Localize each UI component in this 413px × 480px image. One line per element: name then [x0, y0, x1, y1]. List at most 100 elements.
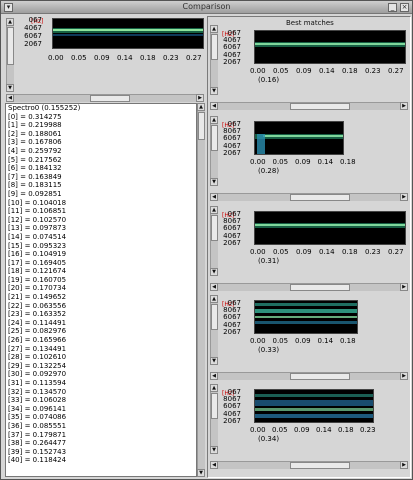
minimize-icon[interactable]: _ — [388, 3, 397, 12]
scroll-down-icon[interactable]: ▼ — [210, 87, 218, 95]
query-vscroll[interactable]: ▲ ▼ — [6, 18, 14, 92]
list-item[interactable]: [3] = 0.167806 — [6, 138, 196, 147]
scroll-left-icon[interactable]: ◀ — [210, 283, 218, 291]
scroll-thumb[interactable] — [211, 125, 218, 151]
list-item[interactable]: [32] = 0.134570 — [6, 388, 196, 397]
list-item[interactable]: Spectro0 (0.155252) — [6, 104, 196, 113]
list-item[interactable]: [19] = 0.160705 — [6, 276, 196, 285]
scroll-right-icon[interactable]: ▶ — [400, 372, 408, 380]
scroll-right-icon[interactable]: ▶ — [400, 193, 408, 201]
match-hscroll[interactable]: ◀ ▶ — [210, 372, 408, 380]
scroll-down-icon[interactable]: ▼ — [210, 446, 218, 454]
list-item[interactable]: [28] = 0.102610 — [6, 353, 196, 362]
scroll-thumb[interactable] — [211, 34, 218, 60]
scroll-down-icon[interactable]: ▼ — [210, 178, 218, 186]
x-tick: 0.00 — [250, 426, 266, 434]
match-hscroll[interactable]: ◀ ▶ — [210, 283, 408, 291]
list-item[interactable]: [10] = 0.104018 — [6, 199, 196, 208]
scroll-thumb[interactable] — [290, 194, 350, 201]
scroll-left-icon[interactable]: ◀ — [210, 461, 218, 469]
list-item[interactable]: [29] = 0.132254 — [6, 362, 196, 371]
scroll-down-icon[interactable]: ▼ — [6, 84, 14, 92]
list-item[interactable]: [37] = 0.179871 — [6, 431, 196, 440]
scroll-left-icon[interactable]: ◀ — [210, 102, 218, 110]
match-vscroll[interactable]: ▲ ▼ — [210, 116, 218, 186]
close-icon[interactable]: × — [400, 3, 409, 12]
list-item[interactable]: [4] = 0.259792 — [6, 147, 196, 156]
list-item[interactable]: [20] = 0.170734 — [6, 284, 196, 293]
list-item[interactable]: [14] = 0.074514 — [6, 233, 196, 242]
query-hscroll[interactable]: ◀ ▶ — [6, 94, 204, 102]
match-hscroll[interactable]: ◀ ▶ — [210, 461, 408, 469]
list-item[interactable]: [1] = 0.219988 — [6, 121, 196, 130]
list-item[interactable]: [7] = 0.163849 — [6, 173, 196, 182]
list-item[interactable]: [8] = 0.183115 — [6, 181, 196, 190]
scroll-up-icon[interactable]: ▲ — [210, 384, 218, 392]
list-item[interactable]: [40] = 0.118424 — [6, 456, 196, 465]
scroll-up-icon[interactable]: ▲ — [210, 206, 218, 214]
list-item[interactable]: [17] = 0.169405 — [6, 259, 196, 268]
list-item[interactable]: [27] = 0.134491 — [6, 345, 196, 354]
list-item[interactable]: [26] = 0.165966 — [6, 336, 196, 345]
list-item[interactable]: [0] = 0.314275 — [6, 113, 196, 122]
scroll-right-icon[interactable]: ▶ — [400, 102, 408, 110]
scroll-thumb[interactable] — [290, 462, 350, 469]
scroll-thumb[interactable] — [211, 304, 218, 330]
scroll-thumb[interactable] — [290, 373, 350, 380]
distance-list[interactable]: Spectro0 (0.155252) [0] = 0.314275 [1] = 0… — [5, 103, 197, 477]
list-item[interactable]: [18] = 0.121674 — [6, 267, 196, 276]
list-item[interactable]: [13] = 0.097873 — [6, 224, 196, 233]
scroll-right-icon[interactable]: ▶ — [196, 94, 204, 102]
match-vscroll[interactable]: ▲ ▼ — [210, 25, 218, 95]
scroll-thumb[interactable] — [211, 393, 218, 419]
list-item[interactable]: [30] = 0.092970 — [6, 370, 196, 379]
list-item[interactable]: [6] = 0.184132 — [6, 164, 196, 173]
list-item[interactable]: [12] = 0.102570 — [6, 216, 196, 225]
list-item[interactable]: [34] = 0.096141 — [6, 405, 196, 414]
list-item[interactable]: [35] = 0.074086 — [6, 413, 196, 422]
scroll-thumb[interactable] — [290, 284, 350, 291]
list-item[interactable]: [31] = 0.113594 — [6, 379, 196, 388]
scroll-up-icon[interactable]: ▲ — [210, 25, 218, 33]
scroll-down-icon[interactable]: ▼ — [210, 357, 218, 365]
scroll-thumb[interactable] — [290, 103, 350, 110]
scroll-thumb[interactable] — [198, 112, 205, 140]
scroll-left-icon[interactable]: ◀ — [210, 372, 218, 380]
scroll-up-icon[interactable]: ▲ — [6, 18, 14, 26]
scroll-up-icon[interactable]: ▲ — [210, 295, 218, 303]
match-vscroll[interactable]: ▲ ▼ — [210, 384, 218, 454]
list-item[interactable]: [21] = 0.149652 — [6, 293, 196, 302]
list-item[interactable]: [36] = 0.085551 — [6, 422, 196, 431]
scroll-left-icon[interactable]: ◀ — [6, 94, 14, 102]
match-hscroll[interactable]: ◀ ▶ — [210, 102, 408, 110]
list-item[interactable]: [38] = 0.264477 — [6, 439, 196, 448]
list-item[interactable]: [22] = 0.063556 — [6, 302, 196, 311]
list-item[interactable]: [39] = 0.152743 — [6, 448, 196, 457]
scroll-thumb[interactable] — [7, 27, 14, 65]
match-hscroll[interactable]: ◀ ▶ — [210, 193, 408, 201]
list-item[interactable]: [23] = 0.163352 — [6, 310, 196, 319]
scroll-thumb[interactable] — [211, 215, 218, 241]
scroll-left-icon[interactable]: ◀ — [210, 193, 218, 201]
scroll-right-icon[interactable]: ▶ — [400, 461, 408, 469]
x-tick: 0.14 — [319, 248, 335, 256]
list-item[interactable]: [33] = 0.106028 — [6, 396, 196, 405]
list-item[interactable]: [24] = 0.114491 — [6, 319, 196, 328]
scroll-thumb[interactable] — [90, 95, 130, 102]
list-vscroll[interactable]: ▲ ▼ — [197, 103, 205, 477]
scroll-down-icon[interactable]: ▼ — [210, 268, 218, 276]
list-item[interactable]: [5] = 0.217562 — [6, 156, 196, 165]
list-item[interactable]: [15] = 0.095323 — [6, 242, 196, 251]
scroll-right-icon[interactable]: ▶ — [400, 283, 408, 291]
list-item[interactable]: [9] = 0.092851 — [6, 190, 196, 199]
list-item[interactable]: [25] = 0.082976 — [6, 327, 196, 336]
scroll-up-icon[interactable]: ▲ — [197, 103, 205, 111]
list-item[interactable]: [2] = 0.188061 — [6, 130, 196, 139]
list-item[interactable]: [11] = 0.106851 — [6, 207, 196, 216]
scroll-up-icon[interactable]: ▲ — [210, 116, 218, 124]
scroll-down-icon[interactable]: ▼ — [197, 469, 205, 477]
match-vscroll[interactable]: ▲ ▼ — [210, 206, 218, 276]
list-item[interactable]: [16] = 0.104919 — [6, 250, 196, 259]
match-vscroll[interactable]: ▲ ▼ — [210, 295, 218, 365]
y-tick: 067 — [28, 16, 42, 24]
